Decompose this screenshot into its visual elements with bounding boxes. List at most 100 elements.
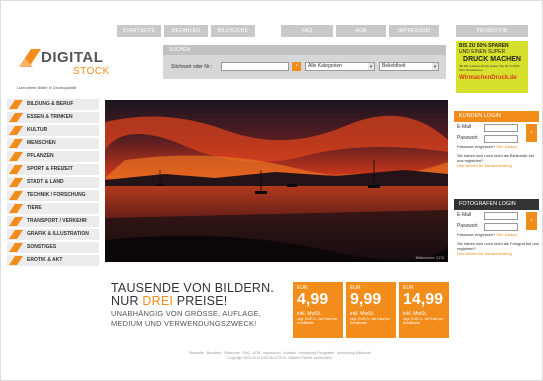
- foto-register-link[interactable]: Hier klicken für Neuanmeldung: [457, 251, 539, 256]
- category-arrow-icon: [9, 203, 23, 213]
- category-select-value: Alle Kategorien: [308, 63, 342, 69]
- sunset-photo: [105, 100, 448, 262]
- category-item[interactable]: SONSTIGES: [7, 241, 99, 254]
- foto-info-text: Sie haben sich noch nicht als Fotograf b…: [457, 241, 539, 251]
- kunden-password-label: Passwort: [457, 135, 478, 141]
- search-label: Stichwort oder Nr.:: [171, 64, 213, 70]
- category-arrow-icon: [9, 255, 23, 265]
- category-item[interactable]: KULTUR: [7, 124, 99, 137]
- page: STARTSEITE BEZAHLEN BILDSUCHE FAQ AGB IM…: [0, 0, 543, 381]
- category-arrow-icon: [9, 177, 23, 187]
- category-item[interactable]: BILDUNG & BERUF: [7, 99, 99, 111]
- kunden-login-header: KUNDEN LOGIN: [454, 111, 539, 122]
- price-box-1[interactable]: EUR 4,99 inkl. MwSt. zzgl. EUR 0,- bei K…: [293, 282, 343, 338]
- category-item[interactable]: PFLANZEN: [7, 150, 99, 163]
- category-item[interactable]: SPORT & FREIZEIT: [7, 163, 99, 176]
- category-arrow-icon: [9, 100, 23, 109]
- kunden-info-text: Sie haben sich noch nicht als Bildkunde …: [457, 153, 534, 163]
- category-label: STADT & LAND: [27, 178, 64, 185]
- foto-forgot-link[interactable]: Hier klicken: [496, 232, 517, 237]
- nav-tab-bezahlen[interactable]: BEZAHLEN: [164, 25, 208, 37]
- hero-image: Bildnummer: 3178: [105, 100, 448, 262]
- nav-tab-promotion[interactable]: PROMOTION: [456, 25, 528, 37]
- chevron-down-icon: ▼: [368, 63, 374, 70]
- kunden-info: Sie haben sich noch nicht als Bildkunde …: [454, 153, 539, 168]
- category-arrow-icon: [9, 216, 23, 226]
- category-sidebar: BILDUNG & BERUF ESSEN & TRINKEN KULTUR MENS…: [7, 99, 99, 268]
- nav-tab-agb[interactable]: AGB: [336, 25, 386, 37]
- price-box-2[interactable]: EUR 9,99 inkl. MwSt. zzgl. EUR 0,- bei K…: [346, 282, 396, 338]
- price-note: zzgl. EUR 0,- bei Kauf per Kreditkarte: [403, 317, 444, 325]
- category-label: PFLANZEN: [27, 152, 54, 159]
- category-arrow-icon: [9, 112, 23, 122]
- kunden-forgot-link[interactable]: Hier klicken: [496, 144, 517, 149]
- category-label: TRANSPORT / VERKEHR: [27, 217, 87, 224]
- search-go-button[interactable]: ›: [292, 62, 301, 71]
- category-label: SPORT & FREIZEIT: [27, 165, 73, 172]
- logo-word-digital: DIGITAL: [41, 49, 104, 66]
- category-arrow-icon: [9, 164, 23, 174]
- footer: Startseite · Bezahlen · Bildsuche · FAQ …: [115, 351, 445, 361]
- category-label: ESSEN & TRINKEN: [27, 113, 73, 120]
- category-item[interactable]: EROTIK & AKT: [7, 254, 99, 266]
- category-label: EROTIK & AKT: [27, 256, 63, 263]
- sort-select[interactable]: Beliebtheit ▼: [379, 62, 439, 71]
- category-label: BILDUNG & BERUF: [27, 101, 74, 107]
- nav-tab-faq[interactable]: FAQ: [281, 25, 333, 37]
- logo-word-stock: STOCK: [73, 66, 110, 77]
- logo-tagline: Lizenzfreie Bilder in Druckqualität: [17, 85, 77, 90]
- foto-login-button[interactable]: ›: [526, 212, 537, 230]
- kunden-register-link[interactable]: Hier klicken für Neuanmeldung: [457, 163, 539, 168]
- fotografen-login-panel: FOTOGRAFEN LOGIN E-Mail Passwort › Passw…: [454, 199, 539, 275]
- kunden-login-panel: KUNDEN LOGIN E-Mail Passwort › Passwort …: [454, 111, 539, 187]
- search-header: SUCHEN: [163, 45, 446, 55]
- category-label: SONSTIGES: [27, 243, 57, 250]
- foto-email-label: E-Mail: [457, 212, 472, 218]
- footer-copyright: Copyright 2004-2010 DIGITALSTOCK. Weiter…: [227, 356, 333, 360]
- kunden-email-label: E-Mail: [457, 124, 472, 130]
- site-logo[interactable]: DIGITAL STOCK Lizenzfreie Bilder in Druc…: [15, 41, 110, 93]
- logo-mark-icon: [19, 49, 41, 67]
- category-arrow-icon: [9, 151, 23, 161]
- price-box-3[interactable]: EUR 14,99 inkl. MwSt. zzgl. EUR 0,- bei …: [399, 282, 449, 338]
- category-item[interactable]: STADT & LAND: [7, 176, 99, 189]
- category-item[interactable]: TECHNIK / FORSCHUNG: [7, 189, 99, 202]
- nav-tab-impressum[interactable]: IMPRESSUM: [389, 25, 439, 37]
- category-item[interactable]: TIERE: [7, 202, 99, 215]
- category-label: TIERE: [27, 204, 42, 211]
- claim-sub1: UNABHÄNGIG VON GRÖSSE, AUFLAGE,: [111, 309, 261, 318]
- category-label: KULTUR: [27, 126, 48, 133]
- sort-select-value: Beliebtheit: [382, 63, 406, 69]
- kunden-password-field[interactable]: [484, 135, 518, 143]
- category-label: MENSCHEN: [27, 139, 56, 146]
- foto-password-field[interactable]: [484, 223, 518, 231]
- nav-tab-bildsuche[interactable]: BILDSUCHE: [211, 25, 255, 37]
- foto-info: Sie haben sich noch nicht als Fotograf b…: [454, 241, 539, 256]
- category-arrow-icon: [9, 138, 23, 148]
- category-label: GRAFIK & ILLUSTRATION: [27, 230, 89, 237]
- promo-brand: WirmachenDruck.de: [459, 75, 517, 81]
- foto-forgot-text: Passwort vergessen?: [457, 232, 496, 237]
- search-input[interactable]: [221, 62, 289, 71]
- foto-email-field[interactable]: [484, 212, 518, 220]
- category-select[interactable]: Alle Kategorien ▼: [305, 62, 375, 71]
- nav-tab-startseite[interactable]: STARTSEITE: [117, 25, 161, 37]
- category-label: TECHNIK / FORSCHUNG: [27, 191, 86, 198]
- price-note: zzgl. EUR 0,- bei Kauf per Kreditkarte: [297, 317, 338, 325]
- search-box: SUCHEN Stichwort oder Nr.: › Alle Katego…: [163, 45, 446, 79]
- claim-block: TAUSENDE VON BILDERN. NUR DREI PREISE! U…: [111, 282, 274, 329]
- category-item[interactable]: GRAFIK & ILLUSTRATION: [7, 228, 99, 241]
- top-nav: STARTSEITE BEZAHLEN BILDSUCHE FAQ AGB IM…: [117, 25, 439, 37]
- kunden-forgot: Passwort vergessen? Hier klicken: [454, 144, 539, 150]
- category-item[interactable]: MENSCHEN: [7, 137, 99, 150]
- kunden-forgot-text: Passwort vergessen?: [457, 144, 496, 149]
- chevron-down-icon: ▼: [432, 63, 438, 70]
- foto-forgot: Passwort vergessen? Hier klicken: [454, 232, 539, 238]
- kunden-login-button[interactable]: ›: [526, 124, 537, 142]
- promo-banner[interactable]: BIS ZU 50% SPAREN UND EINEN SUPER DRUCK …: [456, 41, 528, 93]
- kunden-email-field[interactable]: [484, 124, 518, 132]
- promo-line3: DRUCK MACHEN: [463, 56, 521, 63]
- category-item[interactable]: ESSEN & TRINKEN: [7, 111, 99, 124]
- category-item[interactable]: TRANSPORT / VERKEHR: [7, 215, 99, 228]
- claim-line2b: DREI: [142, 294, 174, 308]
